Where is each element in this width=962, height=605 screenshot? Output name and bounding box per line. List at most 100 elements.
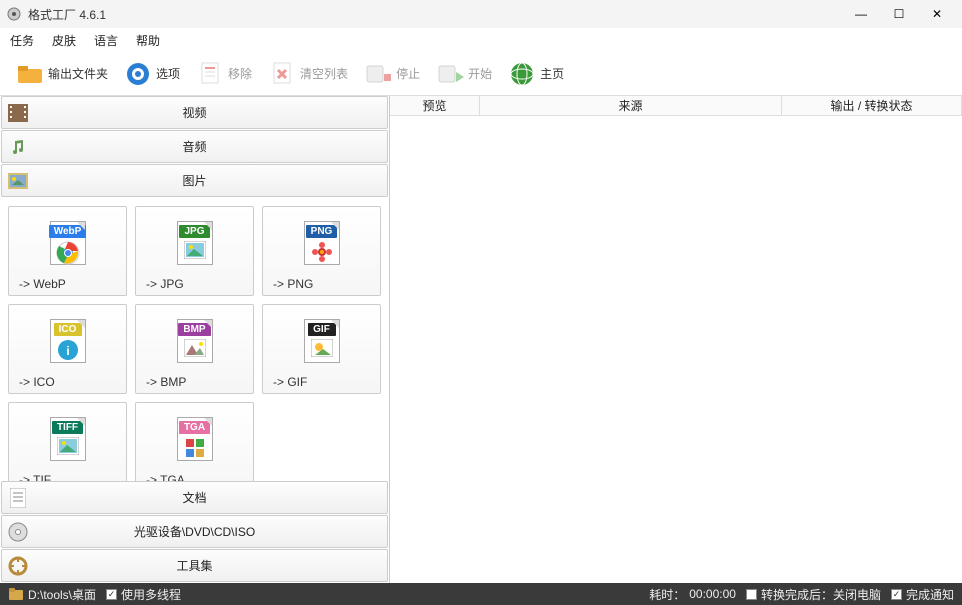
category-audio-label: 音频 [182,138,206,155]
col-preview[interactable]: 预览 [390,96,480,115]
format-badge: BMP [178,323,210,336]
document-icon [6,486,30,510]
output-path-text: D:\tools\桌面 [28,586,96,603]
minimize-button[interactable]: — [848,7,874,21]
format-badge: JPG [179,225,209,238]
category-document-label: 文档 [182,489,206,506]
col-source[interactable]: 来源 [480,96,782,115]
format-thumb: WebP [17,213,118,273]
clear-icon [268,60,296,88]
svg-text:i: i [66,344,69,358]
notify-checkbox[interactable]: ✓ 完成通知 [891,586,954,603]
options-button[interactable]: 选项 [118,58,186,90]
menu-language[interactable]: 语言 [94,32,118,49]
output-path-button[interactable]: D:\tools\桌面 [8,586,96,603]
titlebar: 格式工厂 4.6.1 — ☐ ✕ [0,0,962,28]
format-card-tga[interactable]: TGA -> TGA [135,402,254,481]
category-optical-label: 光驱设备\DVD\CD\ISO [134,523,255,540]
output-folder-button[interactable]: 输出文件夹 [10,58,114,90]
format-grid: WebP -> WebP JPG -> JPG PNG-> PNG ICO i -> ICO B… [0,198,389,481]
options-label: 选项 [156,65,180,82]
format-label: -> TGA [144,473,185,481]
main-area: 视频 音频 图片 WebP -> WebP JPG -> JPG PNG-> PNG IC… [0,96,962,583]
format-thumb: JPG [144,213,245,273]
clear-list-button[interactable]: 清空列表 [262,58,354,90]
tools-icon [6,554,30,578]
format-card-gif[interactable]: GIF -> GIF [262,304,381,394]
output-folder-label: 输出文件夹 [48,65,108,82]
format-card-ico[interactable]: ICO i -> ICO [8,304,127,394]
format-badge: TIFF [52,421,83,434]
format-thumb: GIF [271,311,372,371]
format-thumb: BMP [144,311,245,371]
shutdown-label: 转换完成后：关闭电脑 [761,586,881,603]
home-button[interactable]: 主页 [502,58,570,90]
category-toolkit[interactable]: 工具集 [1,549,388,582]
window-title: 格式工厂 4.6.1 [28,6,106,23]
format-label: -> ICO [17,375,55,389]
format-label: -> TIF [17,473,51,481]
category-document[interactable]: 文档 [1,481,388,514]
app-icon [6,6,22,22]
format-card-bmp[interactable]: BMP -> BMP [135,304,254,394]
stop-button[interactable]: 停止 [358,58,426,90]
format-badge: GIF [308,323,336,336]
category-picture-label: 图片 [182,172,206,189]
maximize-button[interactable]: ☐ [886,7,912,21]
menu-help[interactable]: 帮助 [136,32,160,49]
category-video[interactable]: 视频 [1,96,388,129]
format-badge: TGA [179,421,210,434]
category-optical[interactable]: 光驱设备\DVD\CD\ISO [1,515,388,548]
multithread-checkbox[interactable]: ✓ 使用多线程 [106,586,181,603]
shutdown-checkbox[interactable]: 转换完成后：关闭电脑 [746,586,881,603]
format-card-png[interactable]: PNG-> PNG [262,206,381,296]
format-card-tiff[interactable]: TIFF -> TIF [8,402,127,481]
format-badge: ICO [54,323,82,336]
film-icon [6,101,30,125]
menu-tasks[interactable]: 任务 [10,32,34,49]
stop-label: 停止 [396,65,420,82]
close-button[interactable]: ✕ [924,7,950,21]
start-label: 开始 [468,65,492,82]
elapsed-time: 耗时： 00:00:00 [649,586,736,603]
category-toolkit-label: 工具集 [176,557,212,574]
format-label: -> GIF [271,375,307,389]
folder-icon [16,60,44,88]
start-button[interactable]: 开始 [430,58,498,90]
remove-button[interactable]: 移除 [190,58,258,90]
format-label: -> BMP [144,375,186,389]
gear-icon [124,60,152,88]
menu-bar: 任务 皮肤 语言 帮助 [0,28,962,52]
menu-skin[interactable]: 皮肤 [52,32,76,49]
format-label: -> JPG [144,277,184,291]
format-label: -> WebP [17,277,66,291]
multithread-label: 使用多线程 [121,586,181,603]
format-thumb: TGA [144,409,245,469]
list-header: 预览 来源 输出 / 转换状态 [390,96,962,116]
category-picture[interactable]: 图片 [1,164,388,197]
format-thumb: ICO i [17,311,118,371]
remove-label: 移除 [228,65,252,82]
remove-icon [196,60,224,88]
category-audio[interactable]: 音频 [1,130,388,163]
format-thumb: PNG [271,213,372,273]
col-status[interactable]: 输出 / 转换状态 [782,96,962,115]
stop-icon [364,60,392,88]
task-list[interactable] [390,116,962,583]
photo-icon [6,169,30,193]
format-badge: WebP [49,225,87,238]
toolbar: 输出文件夹 选项 移除 清空列表 停止 开始 主页 [0,52,962,96]
format-thumb: TIFF [17,409,118,469]
notify-label: 完成通知 [906,586,954,603]
clear-label: 清空列表 [300,65,348,82]
status-bar: D:\tools\桌面 ✓ 使用多线程 耗时： 00:00:00 转换完成后：关… [0,583,962,605]
disc-icon [6,520,30,544]
right-panel: 预览 来源 输出 / 转换状态 [390,96,962,583]
music-icon [6,135,30,159]
format-card-webp[interactable]: WebP -> WebP [8,206,127,296]
play-icon [436,60,464,88]
format-card-jpg[interactable]: JPG -> JPG [135,206,254,296]
globe-icon [508,60,536,88]
left-panel: 视频 音频 图片 WebP -> WebP JPG -> JPG PNG-> PNG IC… [0,96,390,583]
category-video-label: 视频 [182,104,206,121]
